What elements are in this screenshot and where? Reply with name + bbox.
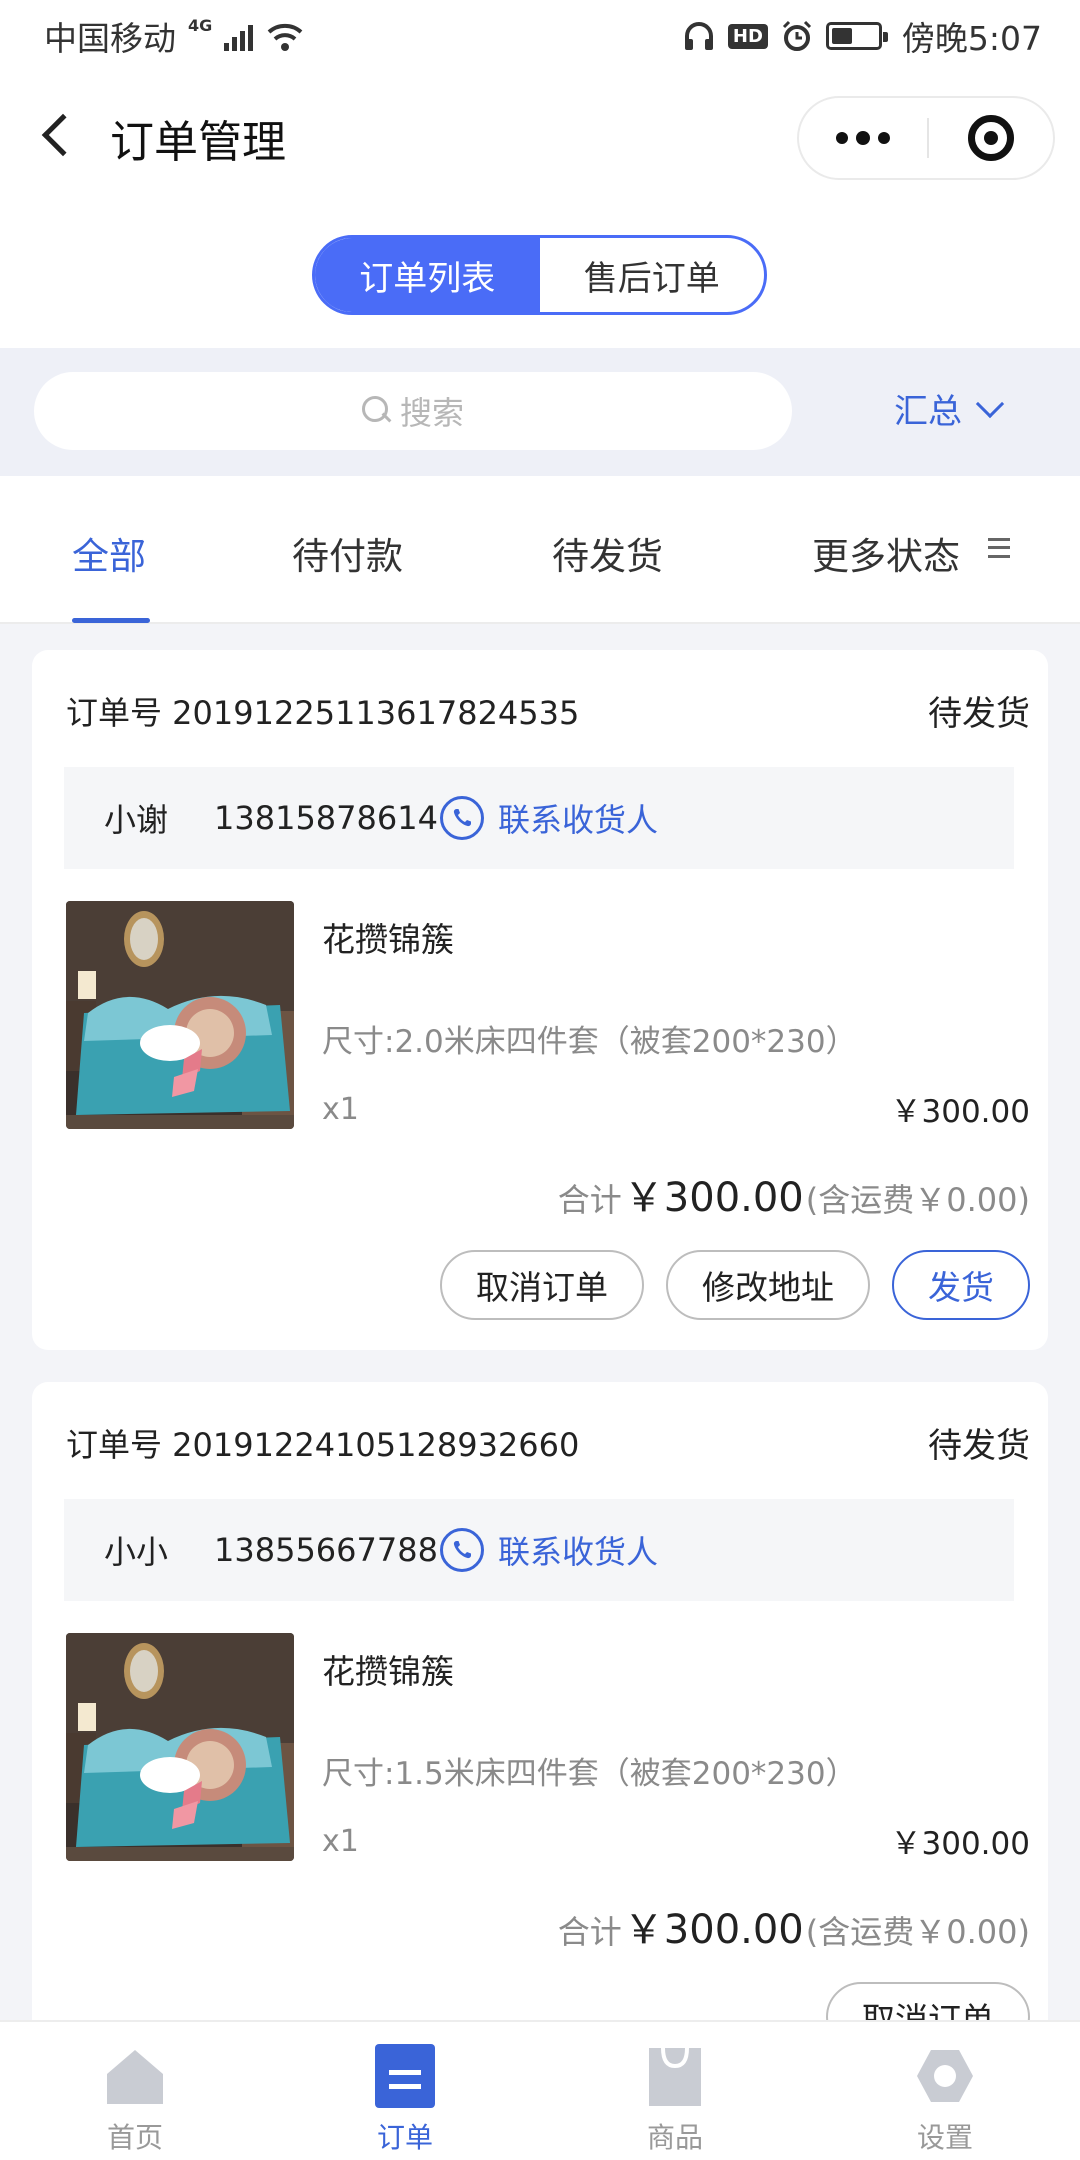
page-title: 订单管理 bbox=[110, 117, 286, 168]
contact-phone: 13855667788 bbox=[214, 1531, 438, 1569]
order-number: 订单号 20191225113617824535 bbox=[66, 694, 580, 732]
target-icon bbox=[968, 115, 1014, 161]
order-actions: 取消订单 修改地址 发货 bbox=[440, 1250, 1030, 1320]
tab-all[interactable]: 全部 bbox=[72, 526, 146, 580]
tab-home-label: 首页 bbox=[106, 2121, 163, 2154]
alarm-icon bbox=[782, 20, 811, 51]
ship-button[interactable]: 发货 bbox=[892, 1250, 1030, 1320]
tab-products[interactable]: 商品 bbox=[540, 2022, 810, 2160]
segmented-wrap: 订单列表 售后订单 bbox=[0, 204, 1080, 348]
miniprogram-capsule bbox=[797, 96, 1055, 180]
close-miniprogram-button[interactable] bbox=[929, 98, 1053, 178]
edit-address-button[interactable]: 修改地址 bbox=[666, 1250, 870, 1320]
chevron-down-icon bbox=[975, 389, 1005, 418]
contact-phone: 13815878614 bbox=[214, 799, 438, 837]
product-spec: 尺寸:1.5米床四件套（被套200*230） bbox=[322, 1756, 857, 1792]
order-card: 订单号 20191224105128932660 待发货 小小 13855667… bbox=[32, 1382, 1048, 2052]
order-icon bbox=[375, 2044, 435, 2108]
order-total: 合计 ￥300.00 (含运费￥0.00) bbox=[558, 1897, 1030, 1955]
carrier-label: 中国移动 bbox=[44, 19, 176, 58]
product-name: 花攒锦簇 bbox=[322, 920, 454, 959]
search-row: 搜索 汇总 bbox=[0, 348, 1080, 476]
tab-orders-label: 订单 bbox=[376, 2121, 433, 2154]
tab-order-list[interactable]: 订单列表 bbox=[315, 238, 540, 312]
segmented-control: 订单列表 售后订单 bbox=[312, 235, 767, 315]
search-icon bbox=[361, 396, 392, 426]
tab-more-status[interactable]: 更多状态 bbox=[812, 526, 960, 580]
product-image[interactable] bbox=[66, 901, 294, 1129]
status-bar: 中国移动 4G HD 傍晚5:07 bbox=[0, 0, 1080, 72]
status-tabs: 全部 待付款 待发货 更多状态 bbox=[0, 476, 1080, 624]
battery-icon bbox=[825, 22, 888, 50]
order-number: 订单号 20191224105128932660 bbox=[66, 1426, 580, 1464]
contact-recipient-link[interactable]: 联系收货人 bbox=[498, 1527, 658, 1573]
gear-icon bbox=[917, 2050, 973, 2102]
menu-icon[interactable] bbox=[988, 538, 1010, 558]
phone-icon[interactable] bbox=[440, 796, 484, 840]
product-quantity: x1 bbox=[322, 1824, 359, 1859]
summary-label: 汇总 bbox=[894, 392, 962, 432]
active-tab-indicator bbox=[72, 618, 150, 623]
contact-name: 小谢 bbox=[104, 801, 169, 839]
contact-recipient-link[interactable]: 联系收货人 bbox=[498, 795, 658, 841]
home-icon bbox=[107, 2050, 163, 2104]
order-status: 待发货 bbox=[928, 694, 1030, 734]
nav-bar: 订单管理 bbox=[0, 72, 1080, 204]
network-type: 4G bbox=[188, 16, 213, 35]
contact-name: 小小 bbox=[104, 1533, 169, 1571]
more-button[interactable] bbox=[799, 98, 927, 178]
tab-settings[interactable]: 设置 bbox=[810, 2022, 1080, 2160]
tab-products-label: 商品 bbox=[646, 2121, 703, 2154]
hd-badge: HD bbox=[727, 23, 768, 49]
tab-bar: 首页 订单 商品 设置 bbox=[0, 2020, 1080, 2160]
back-button[interactable] bbox=[34, 108, 85, 168]
contact-row: 小小 13855667788 联系收货人 bbox=[64, 1499, 1014, 1601]
product-price: ￥300.00 bbox=[890, 1826, 1030, 1862]
clock: 傍晚5:07 bbox=[901, 19, 1042, 58]
total-label: 合计 bbox=[557, 1913, 622, 1951]
product-image[interactable] bbox=[66, 1633, 294, 1861]
headphones-icon bbox=[684, 22, 713, 50]
tab-after-sales[interactable]: 售后订单 bbox=[540, 238, 765, 312]
contact-row: 小谢 13815878614 联系收货人 bbox=[64, 767, 1014, 869]
order-total: 合计 ￥300.00 (含运费￥0.00) bbox=[558, 1165, 1030, 1223]
order-card: 订单号 20191225113617824535 待发货 小谢 13815878… bbox=[32, 650, 1048, 1350]
total-amount: ￥300.00 bbox=[623, 1175, 804, 1221]
order-status: 待发货 bbox=[928, 1426, 1030, 1466]
product-quantity: x1 bbox=[322, 1092, 359, 1127]
status-right: HD 傍晚5:07 bbox=[682, 12, 1042, 60]
tab-pending-shipment[interactable]: 待发货 bbox=[552, 526, 663, 580]
shipping-fee: (含运费￥0.00) bbox=[805, 1913, 1030, 1951]
product-spec: 尺寸:2.0米床四件套（被套200*230） bbox=[322, 1024, 857, 1060]
phone-icon[interactable] bbox=[440, 1528, 484, 1572]
product-price: ￥300.00 bbox=[890, 1094, 1030, 1130]
wifi-icon bbox=[267, 23, 303, 51]
bag-icon bbox=[649, 2047, 701, 2106]
summary-dropdown[interactable]: 汇总 bbox=[894, 384, 1005, 433]
total-amount: ￥300.00 bbox=[623, 1907, 804, 1953]
total-label: 合计 bbox=[557, 1181, 622, 1219]
status-left: 中国移动 4G bbox=[44, 12, 305, 60]
tab-pending-payment[interactable]: 待付款 bbox=[292, 526, 403, 580]
chevron-left-icon bbox=[41, 113, 85, 157]
tab-orders[interactable]: 订单 bbox=[270, 2022, 540, 2160]
cancel-order-button[interactable]: 取消订单 bbox=[440, 1250, 644, 1320]
search-input[interactable]: 搜索 bbox=[34, 372, 792, 450]
shipping-fee: (含运费￥0.00) bbox=[805, 1181, 1030, 1219]
more-dots-icon bbox=[836, 132, 848, 144]
tab-settings-label: 设置 bbox=[916, 2121, 973, 2154]
search-placeholder: 搜索 bbox=[399, 394, 464, 432]
signal-icon bbox=[224, 21, 254, 51]
product-name: 花攒锦簇 bbox=[322, 1652, 454, 1691]
tab-home[interactable]: 首页 bbox=[0, 2022, 270, 2160]
